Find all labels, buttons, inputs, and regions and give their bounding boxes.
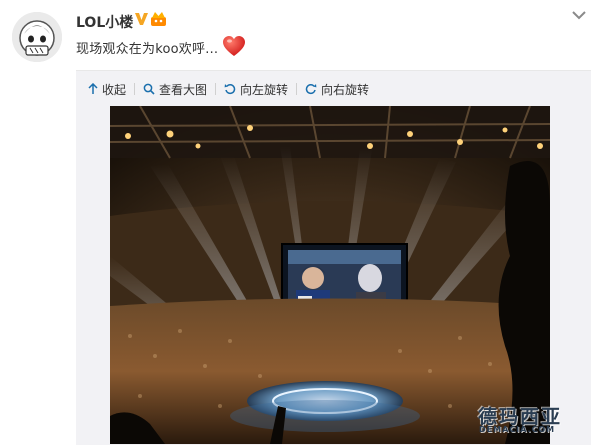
collapse-button[interactable]: 收起 xyxy=(88,81,126,98)
site-watermark: 德玛西亚 DEMACIA.COM xyxy=(478,402,590,444)
view-large-label: 查看大图 xyxy=(159,82,208,97)
toolbar-divider xyxy=(215,83,217,95)
arrow-up-icon xyxy=(88,83,98,94)
collapse-label: 收起 xyxy=(102,82,127,97)
rotate-right-label: 向右旋转 xyxy=(321,82,370,97)
media-toolbar: 收起 查看大图 向左旋转 向右旋转 xyxy=(88,80,369,98)
red-heart-emoji-icon xyxy=(223,36,245,56)
rotate-left-label: 向左旋转 xyxy=(240,82,289,97)
crown-badge-icon xyxy=(151,12,166,26)
magnifier-icon xyxy=(143,83,155,95)
rotate-right-icon xyxy=(305,84,317,95)
verified-v-icon xyxy=(135,13,148,25)
rotate-left-button[interactable]: 向左旋转 xyxy=(224,81,288,98)
username[interactable]: LOL小楼 xyxy=(76,12,133,32)
post-text: 现场观众在为koo欢呼… xyxy=(76,42,219,57)
chevron-down-icon[interactable] xyxy=(571,9,587,21)
arena-photo[interactable] xyxy=(110,106,550,444)
rotate-right-button[interactable]: 向右旋转 xyxy=(305,81,369,98)
toolbar-divider xyxy=(134,83,136,95)
view-large-button[interactable]: 查看大图 xyxy=(143,81,207,98)
arena-photo-image xyxy=(110,106,550,444)
toolbar-divider xyxy=(296,83,298,95)
avatar-image xyxy=(12,12,62,62)
rotate-left-icon xyxy=(224,84,236,95)
watermark-subtext: DEMACIA.COM xyxy=(479,425,556,434)
avatar[interactable] xyxy=(12,12,62,62)
